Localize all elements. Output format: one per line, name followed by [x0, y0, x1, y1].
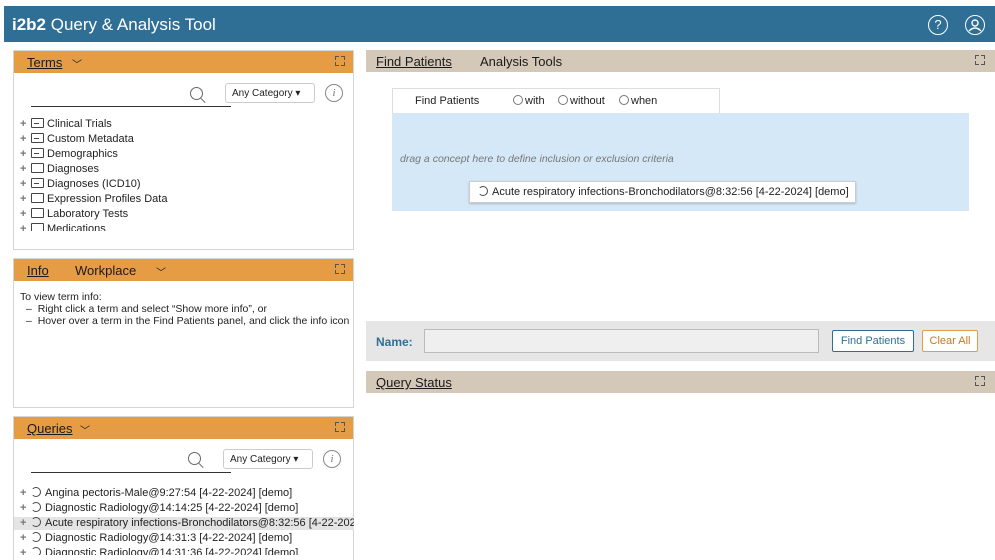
- chevron-down-icon[interactable]: ﹀: [80, 422, 90, 437]
- tree-item[interactable]: + Laboratory Tests: [20, 208, 128, 221]
- tree-item[interactable]: + Diagnoses (ICD10): [20, 178, 141, 191]
- history-icon: [31, 487, 41, 497]
- info-bullet: – Hover over a term in the Find Patients…: [26, 315, 350, 327]
- subtab-find-patients[interactable]: Find Patients: [415, 95, 479, 107]
- folder-icon: [31, 208, 44, 218]
- folder-icon: [31, 193, 44, 203]
- expand-plus-icon[interactable]: +: [20, 487, 29, 499]
- radio-icon: [619, 95, 629, 105]
- find-patients-button[interactable]: Find Patients: [832, 330, 914, 352]
- query-name-input[interactable]: [424, 329, 819, 353]
- drop-hint: drag a concept here to define inclusion …: [400, 153, 674, 165]
- queries-search-input[interactable]: [31, 472, 231, 473]
- expand-plus-icon[interactable]: +: [20, 517, 29, 529]
- radio-icon: [513, 95, 523, 105]
- tab-analysis-tools[interactable]: Analysis Tools: [480, 54, 562, 69]
- expand-icon[interactable]: [335, 264, 345, 274]
- name-label: Name:: [376, 335, 413, 349]
- expand-plus-icon[interactable]: +: [20, 208, 29, 220]
- info-intro: To view term info:: [20, 291, 102, 303]
- expand-plus-icon[interactable]: +: [20, 148, 29, 160]
- terms-panel: Terms ﹀ Any Category ▾ i + Clinical Trial…: [13, 50, 354, 250]
- history-icon: [31, 502, 41, 512]
- tab-terms[interactable]: Terms: [27, 55, 62, 70]
- clear-all-button[interactable]: Clear All: [922, 330, 978, 352]
- expand-icon[interactable]: [335, 422, 345, 432]
- search-icon[interactable]: [190, 87, 203, 100]
- concept-chip[interactable]: Acute respiratory infections-Bronchodila…: [469, 181, 856, 203]
- search-icon[interactable]: [188, 452, 201, 465]
- info-bullet: – Right click a term and select “Show mo…: [26, 303, 268, 315]
- expand-plus-icon[interactable]: +: [20, 178, 29, 190]
- expand-icon[interactable]: [335, 56, 345, 66]
- expand-plus-icon[interactable]: +: [20, 532, 29, 544]
- tab-find-patients[interactable]: Find Patients: [376, 54, 452, 69]
- info-text: To view term info: – Right click a term …: [20, 291, 350, 327]
- find-patients-header: Find Patients Analysis Tools: [366, 50, 995, 72]
- tree-item[interactable]: + Demographics: [20, 148, 118, 161]
- history-icon: [31, 547, 41, 555]
- expand-icon[interactable]: [975, 55, 985, 65]
- radio-with[interactable]: with: [513, 95, 545, 107]
- chevron-down-icon[interactable]: ﹀: [156, 264, 166, 279]
- tree-item[interactable]: + Diagnoses: [20, 163, 99, 176]
- folder-icon: [31, 163, 44, 173]
- terms-header: Terms ﹀: [14, 51, 353, 73]
- info-icon[interactable]: i: [325, 84, 343, 102]
- query-item-selected[interactable]: + Acute respiratory infections-Bronchodil…: [14, 517, 354, 530]
- expand-plus-icon[interactable]: +: [20, 118, 29, 130]
- info-icon[interactable]: i: [323, 450, 341, 468]
- info-panel: Info Workplace ﹀ To view term info: – Ri…: [13, 258, 354, 408]
- history-icon: [31, 532, 41, 542]
- tab-workplace[interactable]: Workplace: [75, 263, 136, 278]
- query-name-bar: Name: Find Patients Clear All: [366, 321, 995, 361]
- query-status-header: Query Status: [366, 371, 995, 393]
- tab-query-status[interactable]: Query Status: [376, 375, 452, 390]
- query-item[interactable]: + Diagnostic Radiology@14:31:3 [4-22-2024…: [20, 532, 292, 545]
- container-icon: [31, 133, 44, 143]
- info-header: Info Workplace ﹀: [14, 259, 353, 281]
- radio-icon: [558, 95, 568, 105]
- radio-when[interactable]: when: [619, 95, 657, 107]
- tree-item[interactable]: + Clinical Trials: [20, 118, 112, 131]
- queries-category-select[interactable]: Any Category ▾: [223, 449, 313, 469]
- tab-info[interactable]: Info: [27, 263, 49, 278]
- history-icon: [31, 517, 41, 527]
- query-group-tabs: Find Patients with without when: [392, 88, 720, 113]
- tab-queries[interactable]: Queries: [27, 421, 73, 436]
- expand-plus-icon[interactable]: +: [20, 193, 29, 205]
- expand-icon[interactable]: [975, 376, 985, 386]
- expand-plus-icon[interactable]: +: [20, 502, 29, 514]
- tree-item[interactable]: + Expression Profiles Data: [20, 193, 167, 206]
- app-header: i2b2 Query & Analysis Tool ?: [4, 6, 995, 42]
- concept-drop-zone[interactable]: drag a concept here to define inclusion …: [392, 113, 969, 211]
- query-item[interactable]: + Angina pectoris-Male@9:27:54 [4-22-2024…: [20, 487, 292, 500]
- app-title: i2b2 Query & Analysis Tool: [12, 15, 216, 34]
- terms-search-input[interactable]: [31, 106, 231, 107]
- radio-without[interactable]: without: [558, 95, 605, 107]
- help-icon[interactable]: ?: [928, 15, 948, 35]
- container-icon: [31, 148, 44, 158]
- user-icon[interactable]: [965, 15, 985, 35]
- folder-icon: [31, 223, 44, 231]
- expand-plus-icon[interactable]: +: [20, 223, 29, 231]
- history-icon: [478, 186, 488, 196]
- terms-category-select[interactable]: Any Category ▾: [225, 83, 315, 103]
- container-icon: [31, 178, 44, 188]
- tree-item[interactable]: + Medications: [20, 223, 106, 231]
- expand-plus-icon[interactable]: +: [20, 547, 29, 555]
- queries-panel: Queries ﹀ Any Category ▾ i + Angina pecto…: [13, 416, 354, 560]
- tree-item[interactable]: + Custom Metadata: [20, 133, 134, 146]
- queries-header: Queries ﹀: [14, 417, 353, 439]
- container-icon: [31, 118, 44, 128]
- chevron-down-icon[interactable]: ﹀: [72, 56, 82, 71]
- expand-plus-icon[interactable]: +: [20, 163, 29, 175]
- query-item[interactable]: + Diagnostic Radiology@14:31:36 [4-22-202…: [20, 547, 298, 555]
- query-item[interactable]: + Diagnostic Radiology@14:14:25 [4-22-202…: [20, 502, 298, 515]
- expand-plus-icon[interactable]: +: [20, 133, 29, 145]
